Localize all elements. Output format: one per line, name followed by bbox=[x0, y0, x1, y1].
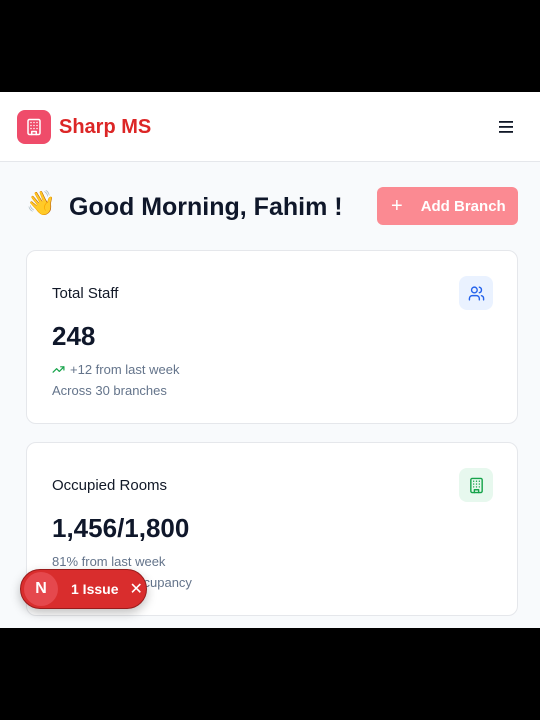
building-icon[interactable] bbox=[17, 110, 51, 144]
card-detail: Across 30 branches bbox=[52, 383, 167, 398]
greeting-heading: Good Morning, Fahim ! bbox=[69, 193, 343, 221]
add-branch-label: Add Branch bbox=[420, 197, 506, 215]
letterbox-top bbox=[0, 0, 540, 92]
issue-count-label: 1 Issue bbox=[71, 581, 119, 597]
close-icon[interactable]: ✕ bbox=[129, 579, 142, 599]
card-value: 248 bbox=[52, 321, 96, 351]
card-change: +12 from last week bbox=[52, 362, 179, 377]
card-title: Total Staff bbox=[52, 285, 119, 302]
card-change: 81% from last week bbox=[52, 554, 166, 569]
building-icon bbox=[459, 468, 493, 502]
card-change-text: +12 from last week bbox=[70, 362, 180, 377]
navbar: Sharp MS bbox=[0, 92, 540, 162]
plus-icon: + bbox=[391, 195, 403, 217]
issue-badge[interactable]: N 1 Issue ✕ bbox=[20, 569, 147, 609]
brand-name[interactable]: Sharp MS bbox=[59, 115, 151, 139]
trending-up-icon bbox=[52, 363, 65, 376]
stat-card-total-staff: Total Staff 248 +12 from last week Acros… bbox=[26, 250, 518, 424]
add-branch-button[interactable]: + Add Branch bbox=[377, 187, 518, 225]
app-viewport: Sharp MS 👋 Good Morning, Fahim ! + Add B… bbox=[0, 92, 540, 628]
next-logo-icon: N bbox=[24, 572, 58, 606]
card-title: Occupied Rooms bbox=[52, 477, 168, 494]
waving-hand-emoji: 👋 bbox=[26, 190, 56, 217]
users-icon bbox=[459, 276, 493, 310]
card-value: 1,456/1,800 bbox=[52, 513, 190, 543]
hamburger-menu-icon[interactable] bbox=[494, 116, 518, 138]
letterbox-bottom bbox=[0, 628, 540, 720]
